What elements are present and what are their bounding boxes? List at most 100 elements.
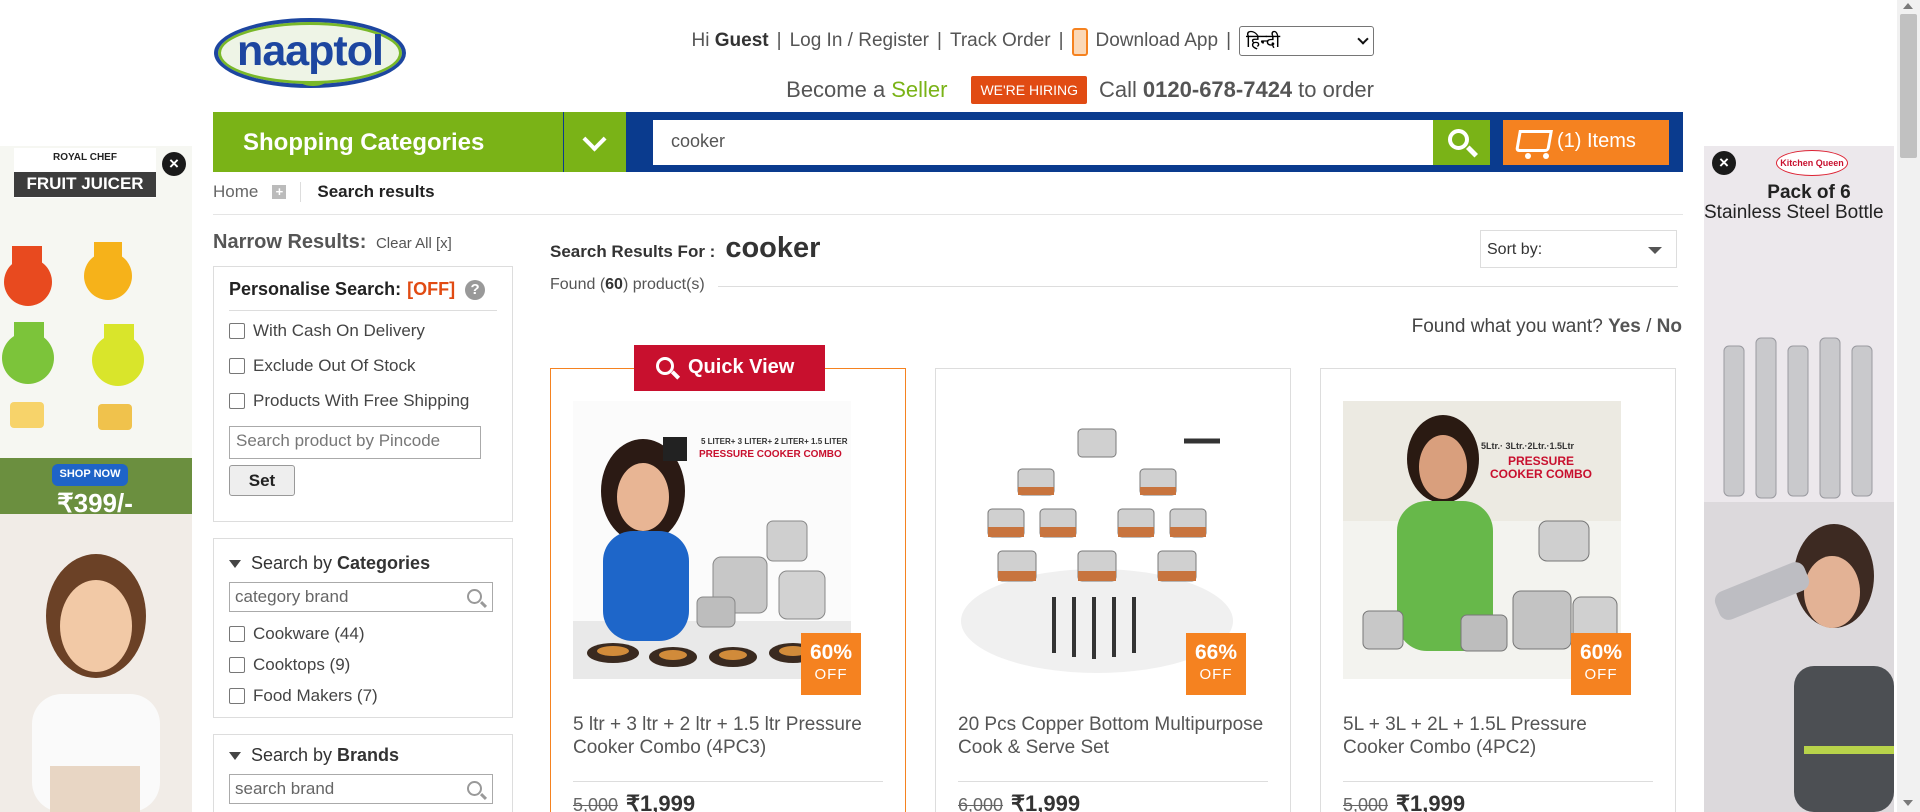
mrp-price: 5,000 bbox=[573, 795, 619, 812]
greeting: Hi Guest bbox=[692, 30, 769, 52]
discount-badge: 66% OFF bbox=[1186, 633, 1246, 699]
categories-toggle[interactable] bbox=[564, 112, 626, 172]
product-name[interactable]: 5 ltr + 3 ltr + 2 ltr + 1.5 ltr Pressure… bbox=[573, 713, 883, 759]
checkbox[interactable] bbox=[229, 393, 245, 409]
product-card[interactable]: 5Ltr.· 3Ltr.·2Ltr.·1.5Ltr PRESSURE COOKE… bbox=[1320, 368, 1676, 812]
help-icon[interactable]: ? bbox=[465, 279, 486, 300]
found-suffix: ) product(s) bbox=[622, 276, 705, 293]
breadcrumb-current: Search results bbox=[317, 182, 435, 201]
shopping-categories-button[interactable]: Shopping Categories bbox=[213, 112, 563, 172]
free-shipping-checkbox[interactable]: Products With Free Shipping bbox=[229, 391, 497, 411]
feedback-no-link[interactable]: No bbox=[1657, 316, 1682, 337]
right-advertisement[interactable]: Kitchen Queen Pack of 6 Stainless Steel … bbox=[1704, 146, 1894, 812]
cod-filter-checkbox[interactable]: With Cash On Delivery bbox=[229, 321, 497, 341]
categories-filter-panel: Search by Categories category brand Cookw… bbox=[213, 538, 513, 718]
left-ad-close-icon[interactable]: × bbox=[162, 152, 186, 176]
ad-right-brand: Kitchen Queen bbox=[1776, 150, 1848, 176]
hiring-badge[interactable]: WE'RE HIRING bbox=[971, 76, 1088, 104]
ad-right-title: Pack of 6 bbox=[1767, 182, 1851, 203]
search-input[interactable]: cooker bbox=[653, 120, 1448, 165]
call-suffix: to order bbox=[1298, 77, 1374, 102]
product-name[interactable]: 20 Pcs Copper Bottom Multipurpose Cook &… bbox=[958, 713, 1268, 759]
discount-percent: 66% bbox=[1194, 641, 1238, 664]
separator: | bbox=[1058, 30, 1064, 51]
product-card[interactable]: 5 LITER+ 3 LITER+ 2 LITER+ 1.5 LITER PRE… bbox=[550, 368, 906, 812]
right-ad-close-icon[interactable]: × bbox=[1712, 151, 1736, 175]
left-advertisement[interactable]: ROYAL CHEF FRUIT JUICER SHOP NOW ₹399/- bbox=[0, 146, 192, 812]
product-name[interactable]: 5L + 3L + 2L + 1.5L Pressure Cooker Comb… bbox=[1343, 713, 1653, 759]
feedback-yes-link[interactable]: Yes bbox=[1608, 316, 1641, 337]
login-register-link[interactable]: Log In / Register bbox=[790, 30, 929, 52]
checkbox[interactable] bbox=[229, 358, 245, 374]
discount-badge: 60% OFF bbox=[1571, 633, 1631, 699]
sort-label: Sort by: bbox=[1487, 241, 1543, 258]
bottle-ad-image bbox=[1704, 146, 1894, 812]
greeting-user: Guest bbox=[714, 30, 769, 51]
narrow-results-heading: Narrow Results: Clear All [x] bbox=[213, 231, 452, 254]
triangle-down-icon bbox=[229, 751, 241, 760]
dropdown-arrow-icon bbox=[1648, 247, 1662, 254]
cart-icon bbox=[1515, 130, 1553, 152]
ad-right-subtitle: Stainless Steel Bottle bbox=[1704, 202, 1884, 223]
product-image-banner: 5 LITER+ 3 LITER+ 2 LITER+ 1.5 LITER bbox=[701, 437, 848, 446]
exclude-out-of-stock-checkbox[interactable]: Exclude Out Of Stock bbox=[229, 356, 497, 376]
category-cooktops-checkbox[interactable]: Cooktops (9) bbox=[229, 655, 497, 675]
logo-smile-icon bbox=[300, 76, 326, 86]
product-image-banner-title: PRESSURE COOKER COMBO bbox=[699, 449, 842, 460]
download-app-link[interactable]: Download App bbox=[1096, 30, 1219, 52]
separator: | bbox=[937, 30, 942, 51]
found-count: 60 bbox=[605, 276, 623, 293]
discount-off: OFF bbox=[1584, 666, 1618, 683]
checkbox[interactable] bbox=[229, 657, 245, 673]
categories-filter-title[interactable]: Search by Categories bbox=[229, 553, 497, 574]
checkbox[interactable] bbox=[229, 323, 245, 339]
discount-badge: 60% OFF bbox=[801, 633, 861, 699]
language-select[interactable]: हिन्दी bbox=[1239, 26, 1374, 56]
product-price: 6,000 ₹1,999 bbox=[958, 791, 1080, 812]
section-prefix: Search by bbox=[251, 553, 333, 573]
personalise-state[interactable]: [OFF] bbox=[407, 279, 455, 300]
mrp-price: 6,000 bbox=[958, 795, 1004, 812]
track-order-link[interactable]: Track Order bbox=[950, 30, 1051, 52]
offer-price: ₹1,999 bbox=[1396, 791, 1466, 812]
page: ROYAL CHEF FRUIT JUICER SHOP NOW ₹399/- … bbox=[0, 0, 1920, 812]
brands-filter-title[interactable]: Search by Brands bbox=[229, 745, 497, 766]
pincode-input[interactable]: Search product by Pincode bbox=[229, 426, 481, 459]
breadcrumb-home[interactable]: Home bbox=[213, 182, 258, 202]
page-scrollbar[interactable] bbox=[1897, 0, 1920, 812]
search-icon bbox=[1448, 129, 1469, 150]
category-search-input[interactable]: category brand bbox=[229, 582, 493, 612]
scrollbar-thumb[interactable] bbox=[1900, 14, 1917, 158]
checkbox[interactable] bbox=[229, 688, 245, 704]
brand-search-input[interactable]: search brand bbox=[229, 774, 493, 804]
product-image-banner: 5Ltr.· 3Ltr.·2Ltr.·1.5Ltr bbox=[1481, 441, 1575, 451]
naaptol-logo[interactable]: naaptol bbox=[214, 18, 406, 88]
checkbox-label: With Cash On Delivery bbox=[253, 321, 425, 340]
scroll-up-arrow-icon[interactable] bbox=[1903, 3, 1913, 9]
feedback-question: Found what you want? bbox=[1411, 316, 1603, 337]
cart-button[interactable]: (1) Items bbox=[1503, 120, 1669, 165]
narrow-results-label: Narrow Results: bbox=[213, 231, 367, 253]
search-icon-handle bbox=[479, 792, 488, 801]
search-button[interactable] bbox=[1433, 120, 1490, 165]
triangle-down-icon bbox=[229, 559, 241, 568]
seller-line: Become a Seller WE'RE HIRING Call 0120-6… bbox=[786, 76, 1374, 104]
ad-left-cta[interactable]: SHOP NOW bbox=[52, 468, 128, 480]
mobile-phone-icon[interactable] bbox=[1071, 28, 1088, 56]
set-pincode-button[interactable]: Set bbox=[229, 465, 295, 496]
divider bbox=[718, 286, 1678, 287]
personalise-title: Personalise Search: [OFF] ? bbox=[229, 279, 497, 300]
scroll-down-arrow-icon[interactable] bbox=[1903, 800, 1913, 806]
category-food-makers-checkbox[interactable]: Food Makers (7) bbox=[229, 686, 497, 706]
category-label: Food Makers (7) bbox=[253, 686, 378, 705]
clear-all-link[interactable]: Clear All [x] bbox=[376, 235, 452, 252]
breadcrumb: Home + Search results bbox=[213, 182, 435, 202]
seller-link[interactable]: Seller bbox=[891, 77, 947, 103]
quick-view-button[interactable]: Quick View bbox=[634, 345, 825, 391]
category-cookware-checkbox[interactable]: Cookware (44) bbox=[229, 624, 497, 644]
checkbox[interactable] bbox=[229, 626, 245, 642]
ad-left-price: ₹399/- bbox=[57, 488, 133, 518]
brands-filter-panel: Search by Brands search brand bbox=[213, 734, 513, 812]
sort-by-select[interactable]: Sort by: bbox=[1480, 230, 1677, 268]
product-card[interactable]: 66% OFF 20 Pcs Copper Bottom Multipurpose… bbox=[935, 368, 1291, 812]
